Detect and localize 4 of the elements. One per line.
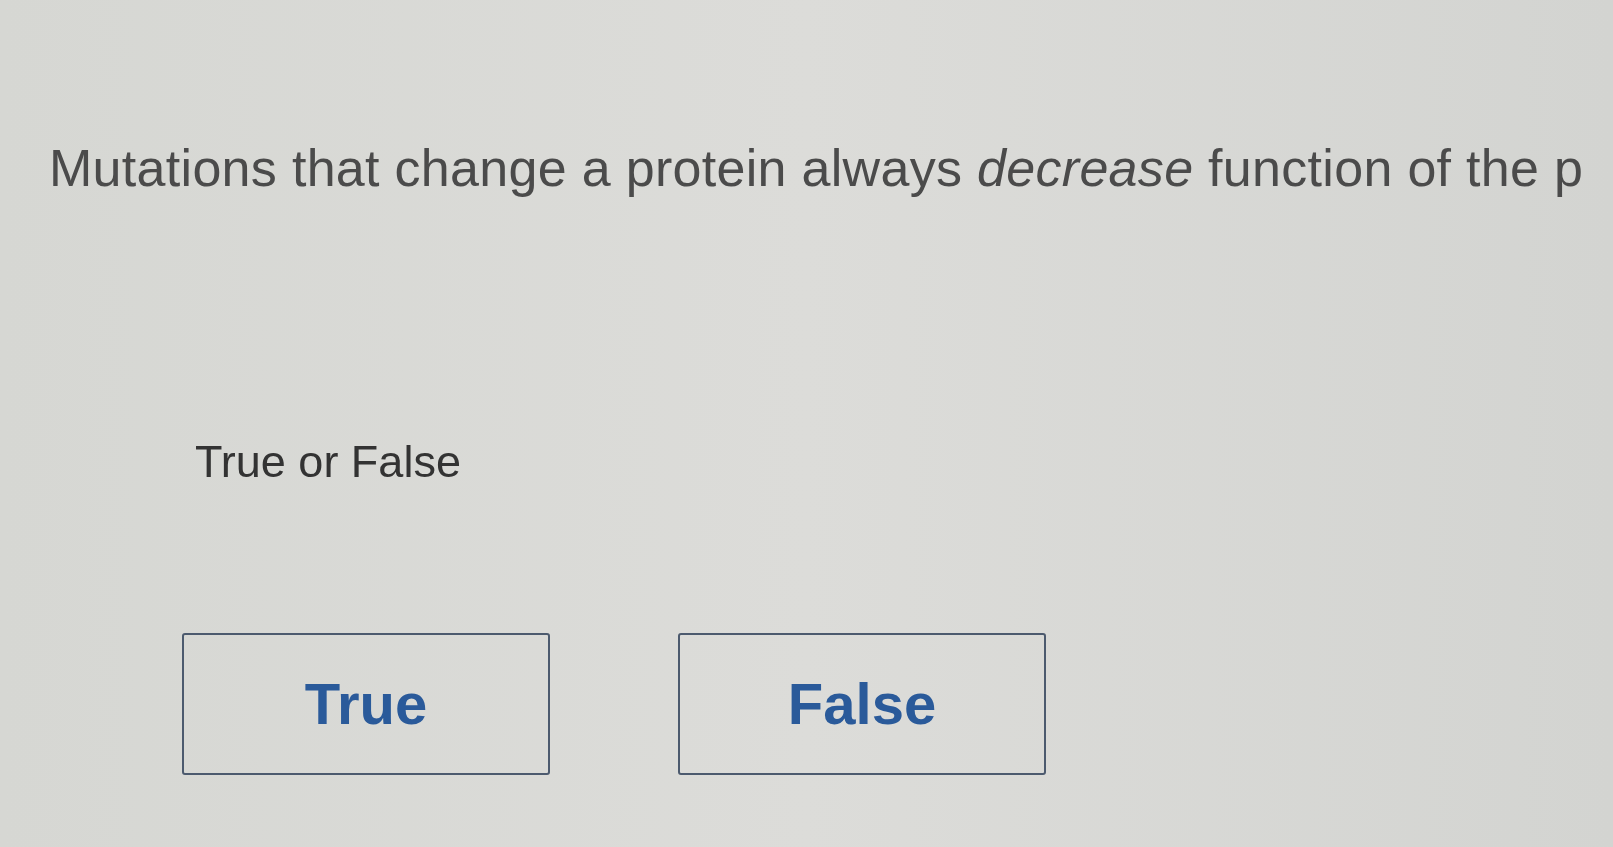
answer-option[interactable]: False [678, 632, 1046, 775]
question-text: Mutations that change a protein always decrease function of the p [49, 140, 1584, 198]
prompt-text: True or False [195, 437, 461, 487]
answer-option[interactable]: True [182, 632, 550, 775]
